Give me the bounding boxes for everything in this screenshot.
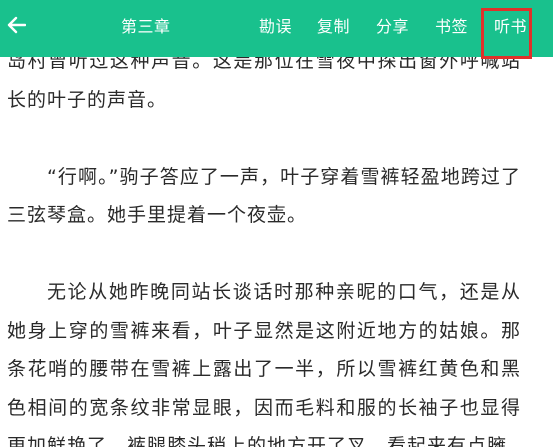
chapter-title: 第三章 xyxy=(121,17,171,36)
arrow-left-icon xyxy=(7,16,26,34)
listen-button[interactable]: 听书 xyxy=(494,13,527,37)
back-button[interactable] xyxy=(4,10,28,40)
copy-button[interactable]: 复制 xyxy=(317,13,350,37)
paragraph: 无论从她昨晚同站长谈话时那种亲昵的口气，还是从她身上穿的雪裤来看，叶子显然是这附… xyxy=(7,281,521,447)
share-button[interactable]: 分享 xyxy=(376,13,409,37)
paragraph: “行啊。”驹子答应了一声，叶子穿着雪裤轻盈地跨过了三弦琴盒。她手里提着一个夜壶。 xyxy=(7,165,521,227)
correct-button[interactable]: 勘误 xyxy=(259,13,292,37)
reader-toolbar: 第三章 勘误 复制 分享 书签 听书 xyxy=(0,0,553,57)
book-content: 岛村曾听过这种声音。这是那位在雪夜中探出窗外呼喊站长的叶子的声音。 “行啊。”驹… xyxy=(7,42,521,447)
reader-page: 岛村曾听过这种声音。这是那位在雪夜中探出窗外呼喊站长的叶子的声音。 “行啊。”驹… xyxy=(0,0,553,447)
bookmark-button[interactable]: 书签 xyxy=(435,13,468,37)
